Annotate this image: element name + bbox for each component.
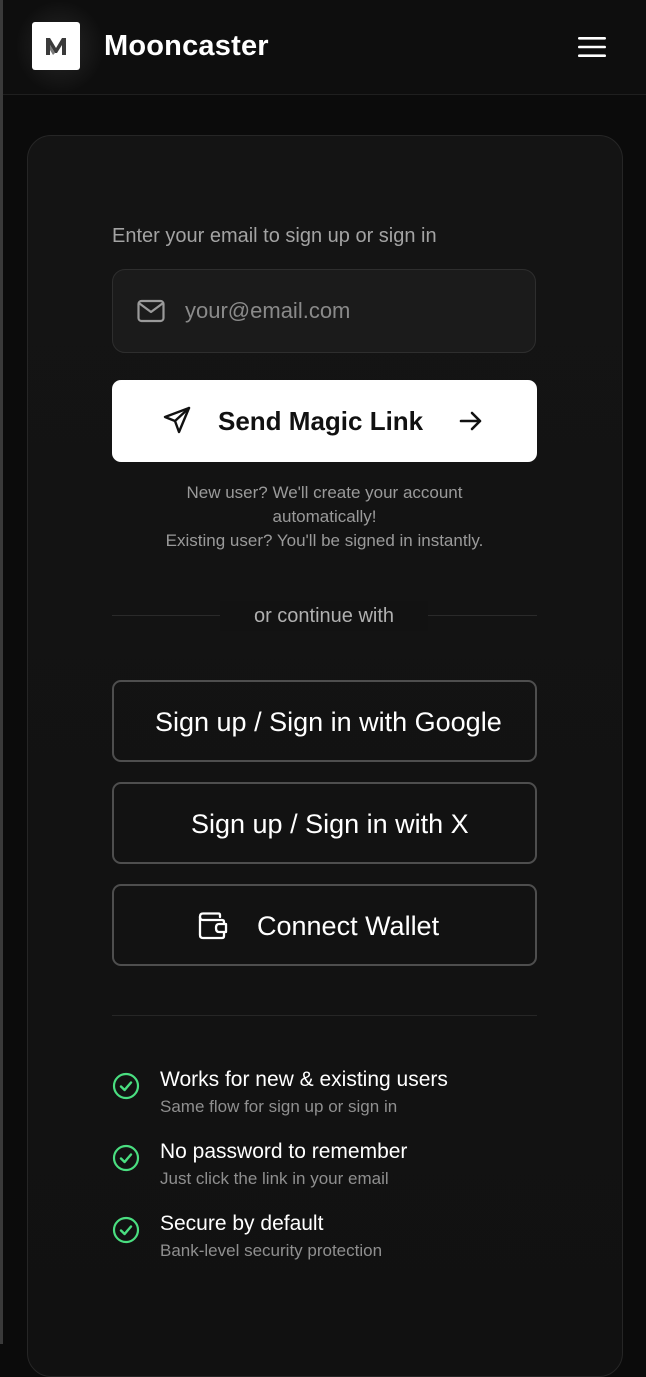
feature-description: Bank-level security protection: [160, 1241, 383, 1260]
divider-label-wrap: or continue with: [220, 601, 428, 631]
top-header: Mooncaster: [3, 0, 646, 95]
wallet-icon: [198, 912, 228, 940]
feature-title: No password to remember: [160, 1140, 408, 1163]
info-line-3: Existing user? You'll be signed in insta…: [165, 531, 484, 550]
feature-title: Secure by default: [160, 1212, 324, 1235]
feature-description: Same flow for sign up or sign in: [160, 1097, 398, 1116]
feature-title: Works for new & existing users: [160, 1068, 448, 1091]
google-signin-button[interactable]: Sign up / Sign in with Google: [112, 680, 537, 762]
send-icon: [163, 406, 191, 434]
google-signin-label: Sign up / Sign in with Google: [155, 707, 502, 737]
check-circle-icon: [112, 1144, 140, 1172]
divider-label: or continue with: [253, 604, 395, 627]
email-input[interactable]: [185, 270, 525, 352]
feature-item: Secure by default Bank-level security pr…: [112, 1210, 537, 1266]
send-magic-link-label: Send Magic Link: [218, 406, 424, 436]
x-signin-button[interactable]: Sign up / Sign in with X: [112, 782, 537, 864]
logo-m-icon: [46, 38, 66, 55]
info-line-2: automatically!: [272, 507, 377, 526]
send-magic-link-button[interactable]: Send Magic Link: [112, 380, 537, 462]
brand-name[interactable]: Mooncaster: [104, 26, 269, 66]
info-line-1: New user? We'll create your account: [186, 483, 463, 502]
feature-description: Just click the link in your email: [160, 1169, 389, 1188]
x-signin-label: Sign up / Sign in with X: [191, 809, 469, 839]
connect-wallet-label: Connect Wallet: [257, 911, 440, 941]
feature-item: No password to remember Just click the l…: [112, 1138, 537, 1194]
email-field[interactable]: [112, 269, 536, 353]
left-edge-bar: [0, 0, 3, 1344]
feature-item: Works for new & existing users Same flow…: [112, 1066, 537, 1122]
mail-icon: [137, 299, 165, 323]
section-divider: [112, 1015, 537, 1016]
brand-logo[interactable]: [32, 22, 80, 70]
check-circle-icon: [112, 1216, 140, 1244]
arrow-right-icon: [459, 411, 482, 431]
email-prompt-label: Enter your email to sign up or sign in: [112, 225, 437, 247]
connect-wallet-button[interactable]: Connect Wallet: [112, 884, 537, 966]
check-circle-icon: [112, 1072, 140, 1100]
magic-link-info-text: New user? We'll create your account auto…: [112, 481, 537, 553]
hamburger-menu-button[interactable]: [575, 30, 609, 64]
hamburger-menu-icon: [578, 37, 606, 57]
